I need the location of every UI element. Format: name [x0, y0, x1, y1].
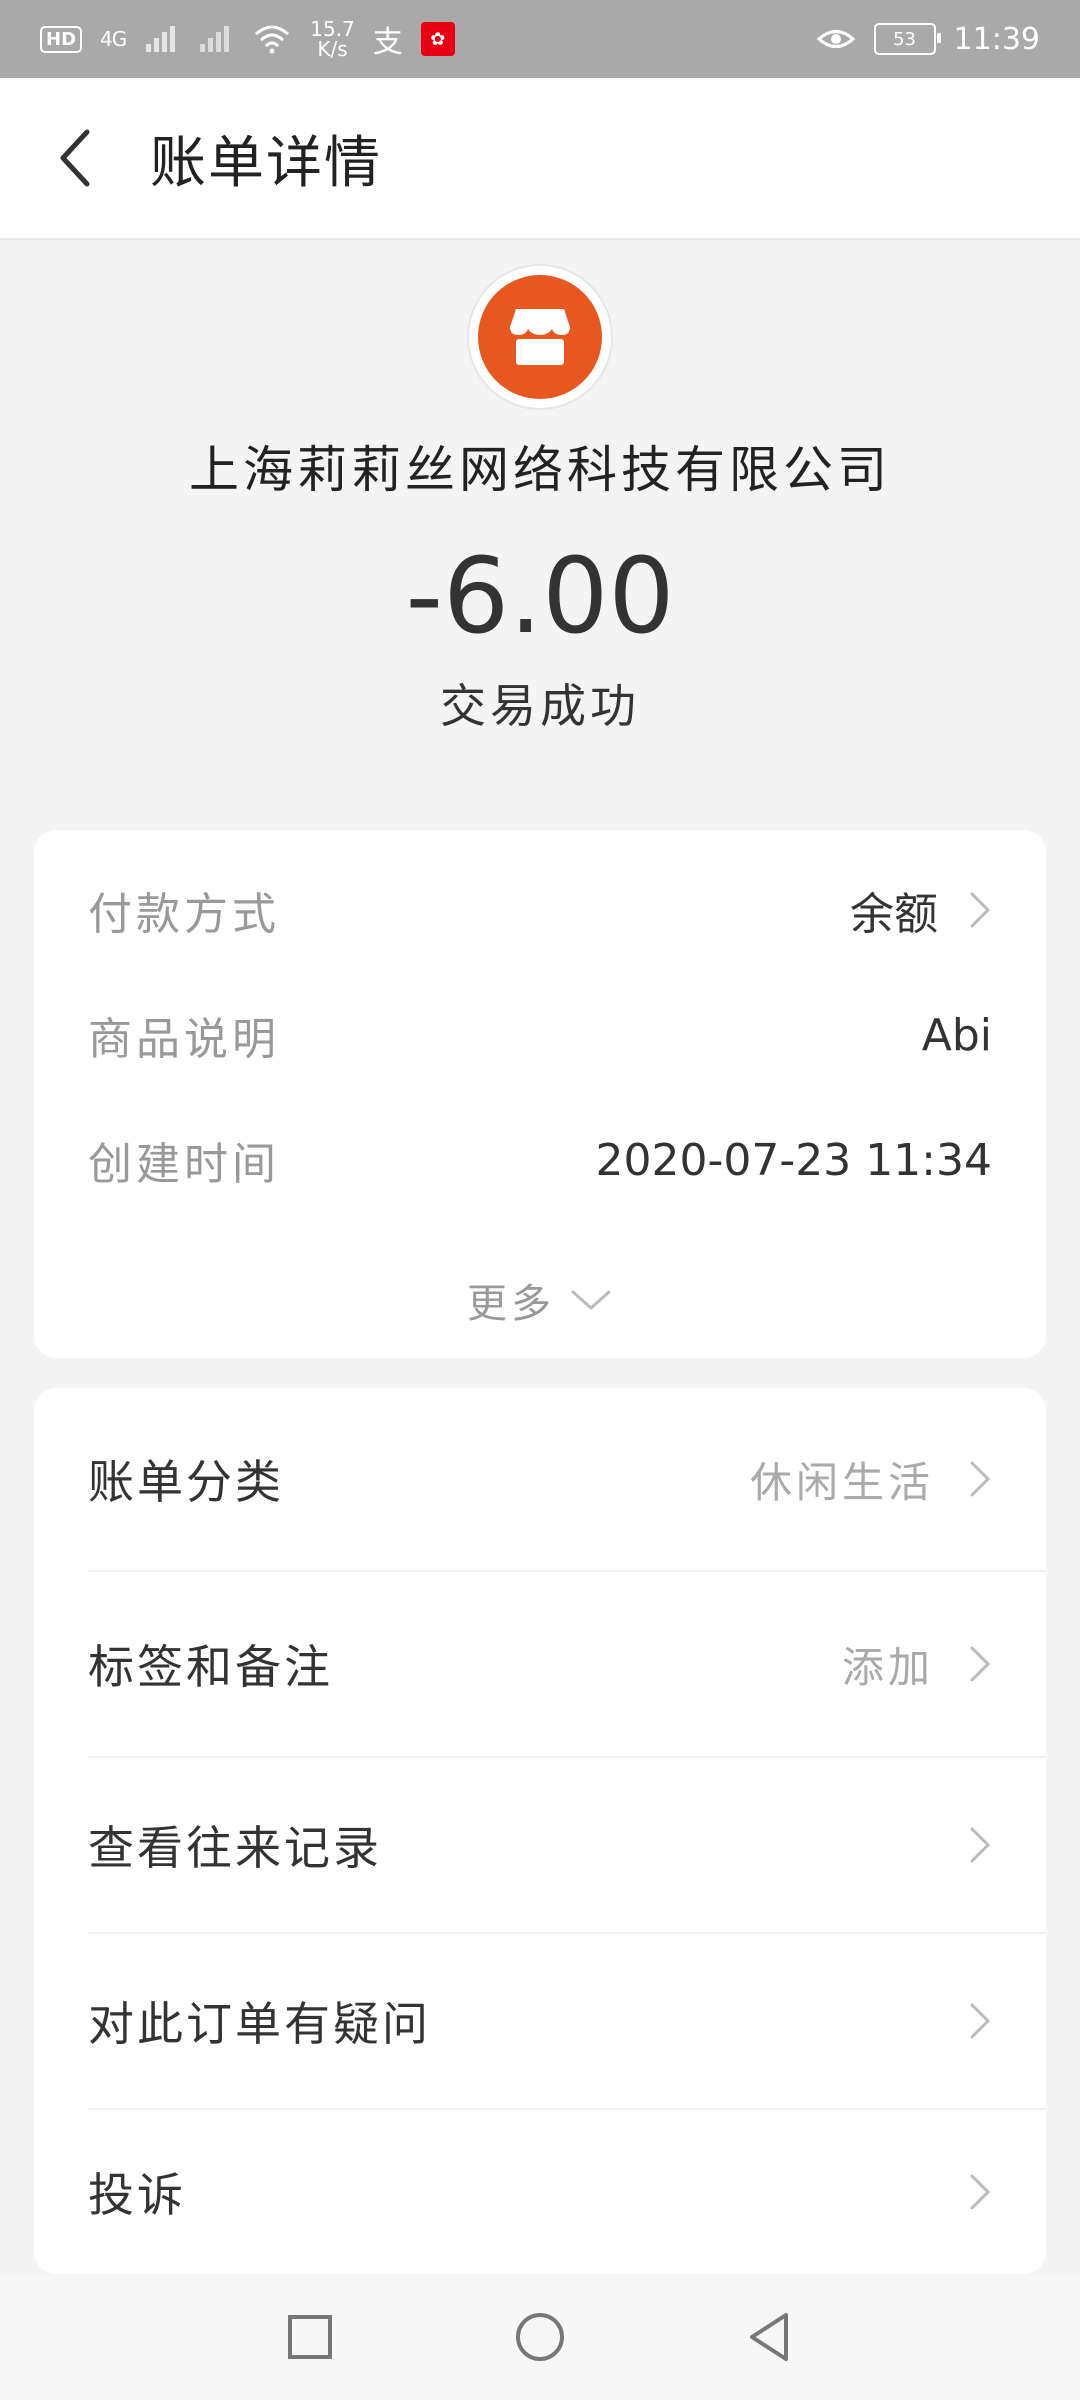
hd-icon: HD: [40, 25, 83, 53]
triangle-back-icon: [750, 2313, 788, 2361]
network-speed: 15.7 K/s: [310, 19, 355, 59]
chevron-left-icon: [60, 129, 90, 187]
payment-method-value-wrap: 余额: [850, 878, 992, 942]
page-title: 账单详情: [150, 130, 382, 196]
details-card: 付款方式 余额 商品说明 Abi 创建时间 2020-07-23 11:34 更…: [34, 830, 1046, 1358]
more-label: 更多: [467, 1281, 555, 1327]
chevron-down-icon: [571, 1290, 611, 1311]
complaint-row[interactable]: 投诉: [88, 2110, 1046, 2274]
chevron-right-icon: [970, 892, 991, 928]
clock: 11:39: [953, 21, 1040, 57]
product-desc-row: 商品说明 Abi: [88, 995, 992, 1075]
tags-notes-value: 添加: [841, 1642, 934, 1692]
created-time-label: 创建时间: [88, 1139, 280, 1190]
created-time-row: 创建时间 2020-07-23 11:34: [88, 1120, 992, 1200]
eye-icon: [816, 30, 855, 48]
back-button[interactable]: [0, 77, 150, 239]
transaction-status: 交易成功: [440, 679, 640, 733]
chevron-right-icon: [970, 1646, 991, 1682]
bill-category-row[interactable]: 账单分类 休闲生活: [88, 1388, 1046, 1572]
payment-method-label: 付款方式: [88, 889, 280, 940]
store-icon: [478, 275, 602, 399]
chevron-right-icon: [970, 2174, 991, 2210]
complaint-label: 投诉: [88, 2168, 186, 2222]
network-type: 4G: [100, 27, 127, 51]
view-history-label: 查看往来记录: [88, 1821, 382, 1875]
complaint-right: [968, 2172, 992, 2212]
recents-button[interactable]: [270, 2297, 350, 2377]
signal-x-icon: [200, 26, 230, 52]
order-question-right: [968, 2001, 992, 2041]
merchant-name: 上海莉莉丝网络科技有限公司: [189, 441, 891, 499]
battery-level: 53: [893, 28, 916, 50]
speed-value: 15.7: [310, 17, 355, 41]
chevron-right-icon: [970, 2003, 991, 2039]
transaction-amount: -6.00: [405, 535, 675, 657]
status-right: 53 11:39: [816, 22, 1040, 57]
bill-category-right: 休闲生活: [750, 1449, 992, 1510]
back-nav-button[interactable]: [730, 2297, 810, 2377]
view-history-row[interactable]: 查看往来记录: [88, 1758, 1046, 1934]
more-button[interactable]: 更多: [34, 1260, 1046, 1340]
system-nav-bar: [0, 2274, 1080, 2400]
signal-icon: [146, 26, 176, 52]
status-bar: HD 4G 15.7 K/s 支 ✿ 53 11:39: [0, 0, 1080, 78]
app-header: 账单详情: [0, 78, 1080, 240]
bill-category-label: 账单分类: [88, 1455, 284, 1509]
payment-method-row[interactable]: 付款方式 余额: [88, 870, 992, 950]
circle-icon: [516, 2313, 564, 2361]
order-question-label: 对此订单有疑问: [88, 1997, 431, 2051]
order-question-row[interactable]: 对此订单有疑问: [88, 1934, 1046, 2110]
square-icon: [288, 2315, 332, 2359]
speed-unit: K/s: [317, 37, 348, 61]
transaction-summary: 上海莉莉丝网络科技有限公司 -6.00 交易成功: [0, 240, 1080, 820]
view-history-right: [968, 1825, 992, 1865]
tags-notes-row[interactable]: 标签和备注 添加: [88, 1572, 1046, 1758]
status-left: HD 4G 15.7 K/s 支 ✿: [40, 17, 455, 61]
tags-notes-label: 标签和备注: [88, 1640, 333, 1694]
chevron-right-icon: [970, 1827, 991, 1863]
chevron-right-icon: [970, 1461, 991, 1497]
created-time-value: 2020-07-23 11:34: [595, 1134, 993, 1186]
home-button[interactable]: [500, 2297, 580, 2377]
tags-notes-right: 添加: [842, 1634, 992, 1695]
actions-card: 账单分类 休闲生活 标签和备注 添加 查看往来记录 对此订单有疑问 投诉: [34, 1388, 1046, 2274]
merchant-logo: [467, 264, 613, 410]
app-icon: ✿: [420, 22, 455, 56]
bill-category-value: 休闲生活: [749, 1457, 934, 1507]
product-desc-value: Abi: [921, 1009, 992, 1061]
payment-method-value: 余额: [850, 889, 938, 940]
alipay-icon: 支: [372, 25, 403, 60]
product-desc-label: 商品说明: [88, 1014, 280, 1065]
wifi-icon: [255, 25, 290, 54]
battery-icon: 53: [873, 23, 941, 55]
